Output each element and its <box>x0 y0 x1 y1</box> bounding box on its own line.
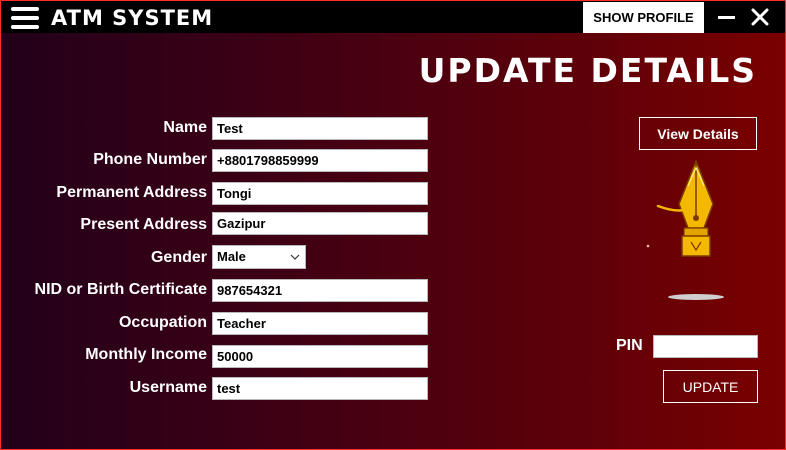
occupation-label: Occupation <box>118 314 207 331</box>
permanent-address-label: Permanent Address <box>56 184 207 201</box>
show-profile-button[interactable]: SHOW PROFILE <box>583 2 704 33</box>
minimize-icon <box>718 16 735 19</box>
pin-label: PIN <box>616 337 643 354</box>
present-address-field[interactable] <box>212 212 428 235</box>
name-label: Name <box>163 119 207 136</box>
username-label: Username <box>129 379 207 396</box>
chevron-down-icon <box>290 254 300 260</box>
nid-field[interactable] <box>212 279 428 302</box>
app-window: ATM SYSTEM SHOW PROFILE UPDATE DETAILS N… <box>0 0 786 450</box>
monthly-income-field[interactable] <box>212 345 428 368</box>
phone-label: Phone Number <box>93 151 207 168</box>
minimize-button[interactable] <box>713 5 741 29</box>
phone-field[interactable] <box>212 149 428 172</box>
name-field[interactable] <box>212 117 428 140</box>
monthly-income-label: Monthly Income <box>85 346 207 363</box>
close-icon[interactable] <box>748 5 772 29</box>
pin-field[interactable] <box>653 335 758 358</box>
title-bar: ATM SYSTEM SHOW PROFILE <box>1 1 785 33</box>
nid-label: NID or Birth Certificate <box>34 281 207 298</box>
fountain-pen-icon <box>646 158 724 300</box>
view-details-button[interactable]: View Details <box>639 117 757 150</box>
gender-label: Gender <box>150 249 207 266</box>
hamburger-menu-icon[interactable] <box>11 7 39 29</box>
update-button[interactable]: UPDATE <box>663 370 758 403</box>
page-title: UPDATE DETAILS <box>418 51 757 90</box>
gender-select-value: Male <box>217 249 246 264</box>
occupation-field[interactable] <box>212 312 428 335</box>
permanent-address-field[interactable] <box>212 182 428 205</box>
username-field[interactable] <box>212 377 428 400</box>
app-title: ATM SYSTEM <box>51 6 214 30</box>
gender-select[interactable]: Male <box>212 245 306 269</box>
present-address-label: Present Address <box>80 216 207 233</box>
